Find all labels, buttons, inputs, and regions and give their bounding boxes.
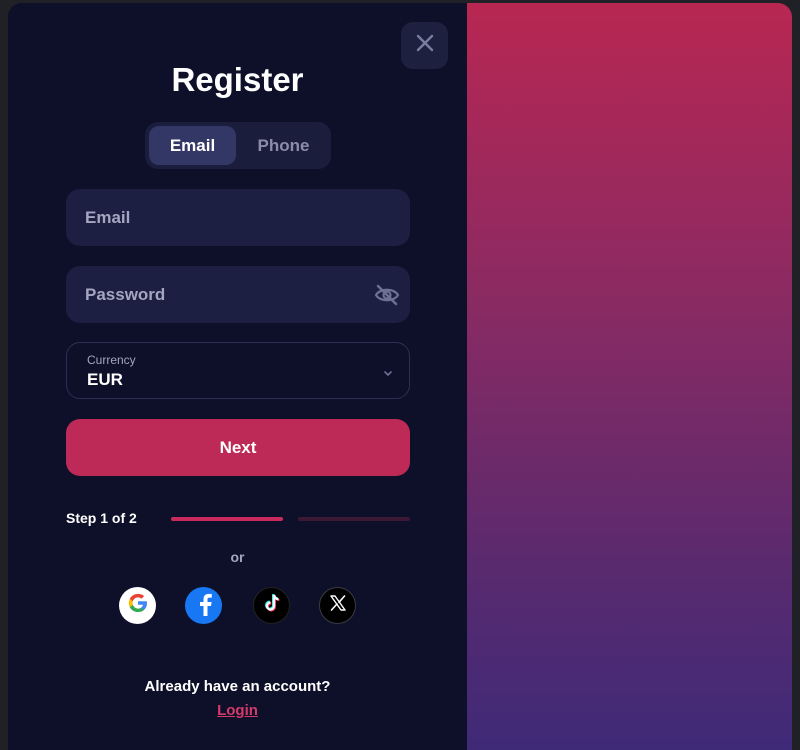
register-form-panel: Register Email Phone Currency EUR: [8, 3, 467, 750]
progress-segment-complete: [171, 517, 283, 521]
page-title: Register: [171, 61, 304, 98]
x-login-button[interactable]: [319, 587, 356, 624]
facebook-login-button[interactable]: [185, 587, 222, 624]
chevron-down-icon: [383, 365, 393, 383]
progress-segment-pending: [298, 517, 410, 521]
close-icon: [415, 33, 435, 58]
x-icon: [328, 593, 348, 618]
password-field-container: [66, 266, 410, 323]
currency-value: EUR: [87, 370, 123, 389]
step-indicator: Step 1 of 2: [66, 510, 137, 526]
facebook-icon: [193, 590, 215, 621]
gradient-panel: [467, 3, 792, 750]
or-divider: or: [230, 549, 245, 565]
register-method-tabs: Email Phone: [145, 122, 331, 169]
tiktok-icon: [261, 592, 283, 619]
email-field-container: [66, 189, 410, 246]
eye-off-icon[interactable]: [374, 282, 400, 308]
tab-email[interactable]: Email: [149, 126, 236, 165]
currency-select[interactable]: Currency EUR: [66, 342, 410, 399]
register-modal: Register Email Phone Currency EUR: [8, 3, 792, 750]
google-icon: [125, 590, 151, 621]
email-field[interactable]: [85, 207, 391, 228]
login-link[interactable]: Login: [8, 702, 467, 719]
tiktok-login-button[interactable]: [253, 587, 290, 624]
google-login-button[interactable]: [119, 587, 156, 624]
password-field[interactable]: [85, 284, 391, 305]
account-prompt: Already have an account?: [144, 678, 331, 695]
currency-label: Currency: [87, 353, 136, 367]
next-button[interactable]: Next: [66, 419, 410, 476]
tab-phone[interactable]: Phone: [240, 126, 327, 165]
